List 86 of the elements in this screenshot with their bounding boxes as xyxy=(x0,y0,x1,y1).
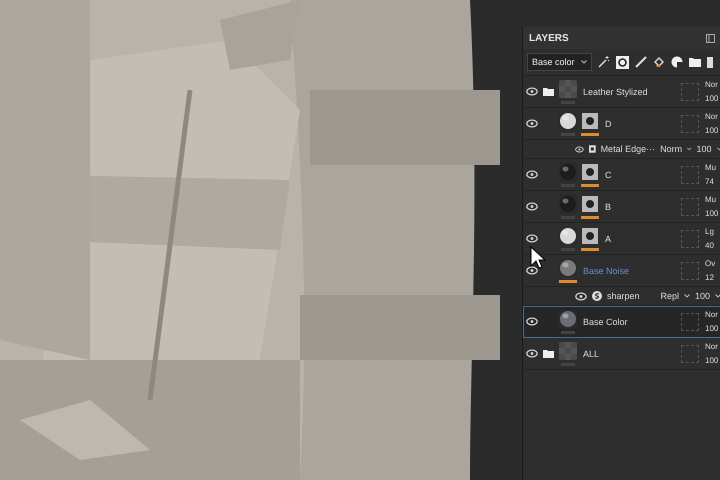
eye-icon[interactable] xyxy=(526,317,538,326)
layer-name: Leather Stylized xyxy=(583,86,649,96)
opacity-dropdown[interactable]: 100 xyxy=(696,144,712,154)
opacity-value[interactable]: 12 xyxy=(705,273,720,282)
smart-material-icon[interactable] xyxy=(670,56,683,68)
mask-slot xyxy=(681,312,699,330)
blend-mode[interactable]: Nor xyxy=(705,342,720,351)
mask-slot xyxy=(681,114,699,132)
checker-thumbnail xyxy=(559,80,577,98)
blend-dropdown[interactable]: Norm xyxy=(660,144,682,154)
blend-mode[interactable]: Nor xyxy=(705,310,720,319)
opacity-value[interactable]: 100 xyxy=(705,209,720,218)
mask-slot xyxy=(681,262,699,280)
eye-icon[interactable] xyxy=(526,349,538,358)
filter-icon xyxy=(592,291,602,301)
panel-title: LAYERS xyxy=(529,32,569,44)
blend-dropdown[interactable]: Repl xyxy=(660,291,679,301)
folder-icon xyxy=(542,87,554,96)
eye-icon[interactable] xyxy=(526,202,538,211)
mask-slot xyxy=(681,230,699,248)
eye-icon[interactable] xyxy=(575,144,584,154)
mask-slot xyxy=(681,82,699,100)
folder-icon xyxy=(542,349,554,358)
layer-name: ALL xyxy=(583,348,600,358)
mask-slot xyxy=(681,166,699,184)
sphere-thumbnail xyxy=(559,194,577,212)
layer-row[interactable]: C Mu 74 xyxy=(523,159,720,191)
layer-name: A xyxy=(605,234,612,244)
eye-icon[interactable] xyxy=(526,119,538,128)
panel-menu-icon[interactable] xyxy=(706,34,715,42)
layer-row[interactable]: B Mu 100 xyxy=(523,191,720,223)
layer-row[interactable]: D Nor 100 xyxy=(523,108,720,140)
caret-icon xyxy=(715,294,720,298)
mask-thumbnail xyxy=(581,112,599,130)
layer-name: C xyxy=(605,170,612,180)
blend-mode[interactable]: Mu xyxy=(705,195,720,204)
channel-dropdown[interactable]: Base color xyxy=(527,53,592,71)
checker-thumbnail xyxy=(559,342,577,360)
sphere-thumbnail xyxy=(559,112,577,130)
fill-bucket-icon[interactable] xyxy=(652,56,665,68)
opacity-value[interactable]: 40 xyxy=(705,241,720,250)
effect-name: Metal Edge··· xyxy=(600,144,656,154)
caret-icon xyxy=(580,60,587,64)
folder-icon[interactable] xyxy=(688,57,701,67)
blend-mode[interactable]: Ov xyxy=(705,259,720,268)
layer-row[interactable]: ALL Nor 100 xyxy=(523,338,720,370)
eye-icon[interactable] xyxy=(526,234,538,243)
eye-icon[interactable] xyxy=(575,292,587,300)
wand-icon[interactable] xyxy=(598,56,610,68)
eye-icon[interactable] xyxy=(526,170,538,179)
caret-icon xyxy=(684,294,690,298)
blend-mode[interactable]: Nor xyxy=(705,112,720,121)
mask-thumbnail xyxy=(581,162,599,180)
layer-name: Base Noise xyxy=(583,266,630,276)
mask-slot xyxy=(681,198,699,216)
eye-icon[interactable] xyxy=(526,266,538,275)
mask-slot xyxy=(681,344,699,362)
layer-name: D xyxy=(605,118,612,128)
opacity-value[interactable]: 100 xyxy=(705,324,720,333)
blend-mode[interactable]: Mu xyxy=(705,163,720,172)
caret-icon xyxy=(687,147,692,151)
blend-mode[interactable]: Nor xyxy=(705,80,720,89)
layer-row[interactable]: Base Color Nor 100 xyxy=(523,306,720,338)
sphere-thumbnail xyxy=(559,258,577,276)
brush-icon[interactable] xyxy=(634,56,647,68)
mask-icon xyxy=(588,144,596,154)
opacity-value[interactable]: 74 xyxy=(705,177,720,186)
opacity-value[interactable]: 100 xyxy=(705,94,720,103)
layer-name: B xyxy=(605,202,612,212)
layer-row[interactable]: A Lg 40 xyxy=(523,223,720,255)
sphere-thumbnail xyxy=(559,226,577,244)
mask-thumbnail xyxy=(581,194,599,212)
layer-name: Base Color xyxy=(583,316,629,326)
blend-mode[interactable]: Lg xyxy=(705,227,720,236)
effect-name: sharpen xyxy=(607,291,641,301)
sphere-thumbnail xyxy=(559,162,577,180)
mask-thumbnail xyxy=(581,226,599,244)
caret-icon xyxy=(716,147,720,151)
opacity-value[interactable]: 100 xyxy=(705,356,720,365)
sphere-thumbnail xyxy=(559,310,577,328)
eye-icon[interactable] xyxy=(526,87,538,96)
opacity-value[interactable]: 100 xyxy=(705,126,720,135)
mask-add-icon[interactable] xyxy=(616,56,629,68)
layer-row[interactable]: Leather Stylized Nor 100 xyxy=(523,76,720,108)
opacity-dropdown[interactable]: 100 xyxy=(694,291,710,301)
mouse-cursor-icon xyxy=(530,246,546,270)
